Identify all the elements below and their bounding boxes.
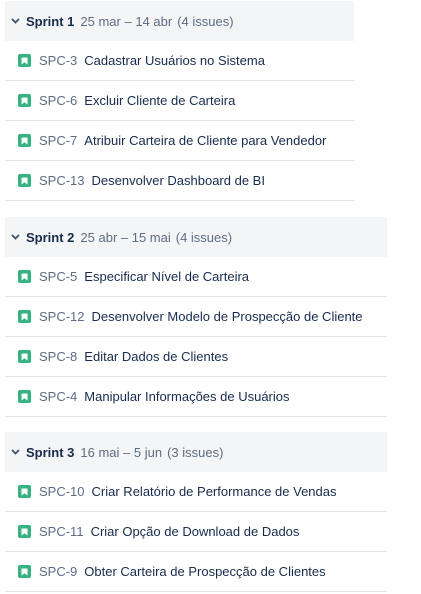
story-icon (18, 525, 31, 538)
issue-summary: Criar Relatório de Performance de Vendas (91, 484, 337, 499)
issue-summary: Criar Opção de Download de Dados (90, 524, 300, 539)
sprint-2: Sprint 2 25 abr – 15 mai (4 issues) SPC-… (5, 217, 387, 417)
issue-row[interactable]: SPC-10 Criar Relatório de Performance de… (5, 472, 387, 512)
issue-summary: Editar Dados de Clientes (84, 349, 229, 364)
sprint-name: Sprint 1 (26, 13, 75, 29)
chevron-down-icon[interactable] (9, 15, 21, 27)
issue-key[interactable]: SPC-3 (39, 53, 77, 68)
issue-row[interactable]: SPC-3 Cadastrar Usuários no Sistema (5, 41, 354, 81)
sprint-3: Sprint 3 16 mai – 5 jun (3 issues) SPC-1… (5, 432, 387, 592)
story-icon (18, 270, 31, 283)
issue-key[interactable]: SPC-10 (39, 484, 85, 499)
issue-row[interactable]: SPC-7 Atribuir Carteira de Cliente para … (5, 121, 354, 161)
story-icon (18, 485, 31, 498)
sprint-dates: 25 abr – 15 mai (80, 229, 171, 245)
sprint-issue-count: (3 issues) (167, 444, 224, 460)
sprint-header[interactable]: Sprint 1 25 mar – 14 abr (4 issues) (5, 1, 354, 41)
sprint-issue-count: (4 issues) (175, 229, 233, 245)
issue-summary: Desenvolver Modelo de Prospecção de Clie… (91, 309, 363, 324)
sprint-name: Sprint 2 (26, 229, 75, 245)
story-icon (18, 310, 31, 323)
issue-key[interactable]: SPC-8 (39, 349, 77, 364)
issue-key[interactable]: SPC-11 (39, 524, 84, 539)
story-icon (18, 94, 31, 107)
issue-summary: Cadastrar Usuários no Sistema (84, 53, 265, 68)
sprint-header[interactable]: Sprint 2 25 abr – 15 mai (4 issues) (5, 217, 387, 257)
issue-summary: Especificar Nível de Carteira (84, 269, 250, 284)
issue-key[interactable]: SPC-9 (39, 564, 77, 579)
issue-row[interactable]: SPC-6 Excluir Cliente de Carteira (5, 81, 354, 121)
issue-summary: Obter Carteira de Prospecção de Clientes (84, 564, 326, 579)
sprint-issue-count: (4 issues) (177, 13, 234, 29)
issue-summary: Manipular Informações de Usuários (84, 389, 290, 404)
issue-key[interactable]: SPC-7 (39, 133, 77, 148)
sprint-1: Sprint 1 25 mar – 14 abr (4 issues) SPC-… (5, 1, 354, 201)
issue-row[interactable]: SPC-4 Manipular Informações de Usuários (5, 377, 387, 417)
story-icon (18, 134, 31, 147)
issue-key[interactable]: SPC-4 (39, 389, 77, 404)
sprint-header[interactable]: Sprint 3 16 mai – 5 jun (3 issues) (5, 432, 387, 472)
story-icon (18, 565, 31, 578)
issue-key[interactable]: SPC-13 (39, 173, 85, 188)
issue-summary: Excluir Cliente de Carteira (84, 93, 236, 108)
issue-summary: Atribuir Carteira de Cliente para Vended… (84, 133, 327, 148)
sprint-name: Sprint 3 (26, 444, 75, 460)
story-icon (18, 54, 31, 67)
sprint-dates: 16 mai – 5 jun (80, 444, 163, 460)
issue-key[interactable]: SPC-12 (39, 309, 85, 324)
issue-row[interactable]: SPC-11 Criar Opção de Download de Dados (5, 512, 387, 552)
issue-row[interactable]: SPC-12 Desenvolver Modelo de Prospecção … (5, 297, 387, 337)
issue-row[interactable]: SPC-5 Especificar Nível de Carteira (5, 257, 387, 297)
story-icon (18, 390, 31, 403)
issue-summary: Desenvolver Dashboard de BI (91, 173, 265, 188)
chevron-down-icon[interactable] (9, 231, 21, 243)
issue-row[interactable]: SPC-13 Desenvolver Dashboard de BI (5, 161, 354, 201)
story-icon (18, 174, 31, 187)
issue-key[interactable]: SPC-5 (39, 269, 77, 284)
chevron-down-icon[interactable] (9, 446, 21, 458)
sprint-dates: 25 mar – 14 abr (80, 13, 173, 29)
issue-row[interactable]: SPC-9 Obter Carteira de Prospecção de Cl… (5, 552, 387, 592)
issue-key[interactable]: SPC-6 (39, 93, 77, 108)
story-icon (18, 350, 31, 363)
issue-row[interactable]: SPC-8 Editar Dados de Clientes (5, 337, 387, 377)
